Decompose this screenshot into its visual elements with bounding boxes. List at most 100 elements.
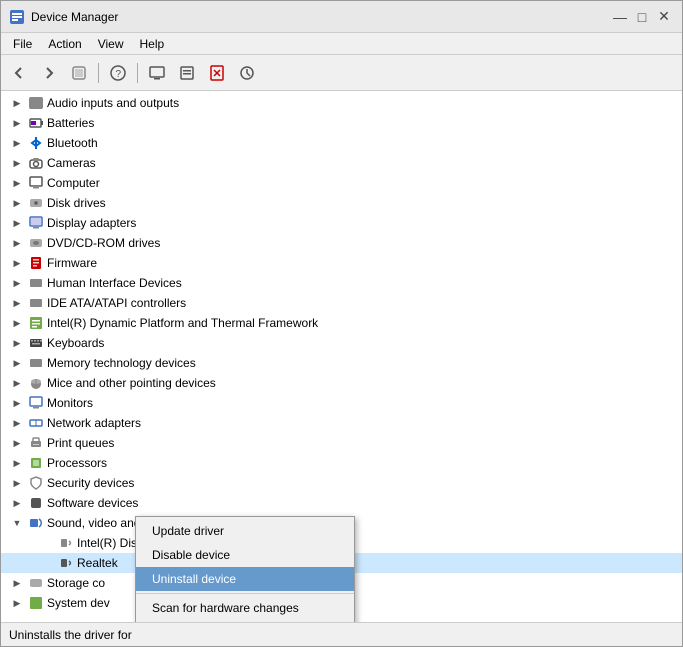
tree-item-dvd[interactable]: ▶ DVD/CD-ROM drives (1, 233, 682, 253)
ctx-uninstall-device[interactable]: Uninstall device (136, 567, 354, 591)
tree-item-batteries[interactable]: ▶ Batteries (1, 113, 682, 133)
expander-bluetooth[interactable]: ▶ (9, 135, 25, 151)
expander-dvd[interactable]: ▶ (9, 235, 25, 251)
app-icon (9, 9, 25, 25)
label-computer: Computer (47, 176, 100, 190)
tree-item-security[interactable]: ▶ Security devices (1, 473, 682, 493)
delete-button[interactable] (203, 59, 231, 87)
expander-display[interactable]: ▶ (9, 215, 25, 231)
tree-item-disk[interactable]: ▶ Disk drives (1, 193, 682, 213)
icon-realtek (58, 555, 74, 571)
properties-button[interactable] (173, 59, 201, 87)
tree-item-audio[interactable]: ▶ Audio inputs and outputs (1, 93, 682, 113)
expander-batteries[interactable]: ▶ (9, 115, 25, 131)
expander-hid[interactable]: ▶ (9, 275, 25, 291)
back-button[interactable] (5, 59, 33, 87)
icon-firmware (28, 255, 44, 271)
expander-system[interactable]: ▶ (9, 595, 25, 611)
window-controls: — □ ✕ (610, 7, 674, 27)
tree-item-firmware[interactable]: ▶ Firmware (1, 253, 682, 273)
label-disk: Disk drives (47, 196, 106, 210)
label-firmware: Firmware (47, 256, 97, 270)
tree-item-mice[interactable]: ▶ Mice and other pointing devices (1, 373, 682, 393)
device-manager-window: Device Manager — □ ✕ File Action View He… (0, 0, 683, 647)
tree-item-intel[interactable]: ▶ Intel(R) Dynamic Platform and Thermal … (1, 313, 682, 333)
expander-disk[interactable]: ▶ (9, 195, 25, 211)
label-software: Software devices (47, 496, 138, 510)
expander-audio[interactable]: ▶ (9, 95, 25, 111)
scan-button[interactable] (233, 59, 261, 87)
expander-network[interactable]: ▶ (9, 415, 25, 431)
icon-hid (28, 275, 44, 291)
title-bar: Device Manager — □ ✕ (1, 1, 682, 33)
up-button[interactable] (65, 59, 93, 87)
status-bar: Uninstalls the driver for (1, 622, 682, 646)
svg-text:?: ? (116, 69, 122, 80)
label-dvd: DVD/CD-ROM drives (47, 236, 160, 250)
tree-item-ide[interactable]: ▶ IDE ATA/ATAPI controllers (1, 293, 682, 313)
tree-item-keyboards[interactable]: ▶ Keyboards (1, 333, 682, 353)
label-mice: Mice and other pointing devices (47, 376, 216, 390)
expander-security[interactable]: ▶ (9, 475, 25, 491)
icon-security (28, 475, 44, 491)
minimize-button[interactable]: — (610, 7, 630, 27)
expander-ide[interactable]: ▶ (9, 295, 25, 311)
label-system: System dev (47, 596, 110, 610)
icon-network (28, 415, 44, 431)
maximize-button[interactable]: □ (632, 7, 652, 27)
label-batteries: Batteries (47, 116, 94, 130)
expander-print[interactable]: ▶ (9, 435, 25, 451)
icon-ide (28, 295, 44, 311)
tree-item-memory[interactable]: ▶ Memory technology devices (1, 353, 682, 373)
tree-item-processors[interactable]: ▶ Processors (1, 453, 682, 473)
expander-processors[interactable]: ▶ (9, 455, 25, 471)
expander-mice[interactable]: ▶ (9, 375, 25, 391)
tree-item-bluetooth[interactable]: ▶ Bluetooth (1, 133, 682, 153)
tree-item-cameras[interactable]: ▶ Cameras (1, 153, 682, 173)
tree-item-print[interactable]: ▶ Print queues (1, 433, 682, 453)
tree-item-display[interactable]: ▶ Display adapters (1, 213, 682, 233)
tree-item-monitors[interactable]: ▶ Monitors (1, 393, 682, 413)
expander-storage[interactable]: ▶ (9, 575, 25, 591)
label-memory: Memory technology devices (47, 356, 196, 370)
icon-processors (28, 455, 44, 471)
computer-button[interactable] (143, 59, 171, 87)
menu-view[interactable]: View (90, 35, 132, 53)
tree-item-network[interactable]: ▶ Network adapters (1, 413, 682, 433)
menu-help[interactable]: Help (132, 35, 173, 53)
label-intel: Intel(R) Dynamic Platform and Thermal Fr… (47, 316, 318, 330)
close-button[interactable]: ✕ (654, 7, 674, 27)
icon-sound (28, 515, 44, 531)
label-audio: Audio inputs and outputs (47, 96, 179, 110)
expander-firmware[interactable]: ▶ (9, 255, 25, 271)
ctx-update-driver[interactable]: Update driver (136, 519, 354, 543)
label-print: Print queues (47, 436, 114, 450)
ctx-separator-1 (136, 593, 354, 594)
context-menu: Update driver Disable device Uninstall d… (135, 516, 355, 622)
expander-monitors[interactable]: ▶ (9, 395, 25, 411)
ctx-scan-hardware[interactable]: Scan for hardware changes (136, 596, 354, 620)
label-keyboards: Keyboards (47, 336, 104, 350)
expander-keyboards[interactable]: ▶ (9, 335, 25, 351)
expander-memory[interactable]: ▶ (9, 355, 25, 371)
expander-software[interactable]: ▶ (9, 495, 25, 511)
tree-item-software[interactable]: ▶ Software devices (1, 493, 682, 513)
icon-disk (28, 195, 44, 211)
tree-item-computer[interactable]: ▶ Computer (1, 173, 682, 193)
toolbar-separator-1 (98, 63, 99, 83)
ctx-disable-device[interactable]: Disable device (136, 543, 354, 567)
icon-bluetooth (28, 135, 44, 151)
help-button[interactable]: ? (104, 59, 132, 87)
menu-action[interactable]: Action (40, 35, 89, 53)
expander-computer[interactable]: ▶ (9, 175, 25, 191)
tree-item-hid[interactable]: ▶ Human Interface Devices (1, 273, 682, 293)
menu-file[interactable]: File (5, 35, 40, 53)
expander-sound[interactable]: ▼ (9, 515, 25, 531)
label-security: Security devices (47, 476, 134, 490)
expander-intel[interactable]: ▶ (9, 315, 25, 331)
label-storage: Storage co (47, 576, 105, 590)
icon-intel-audio (58, 535, 74, 551)
icon-software (28, 495, 44, 511)
forward-button[interactable] (35, 59, 63, 87)
expander-cameras[interactable]: ▶ (9, 155, 25, 171)
